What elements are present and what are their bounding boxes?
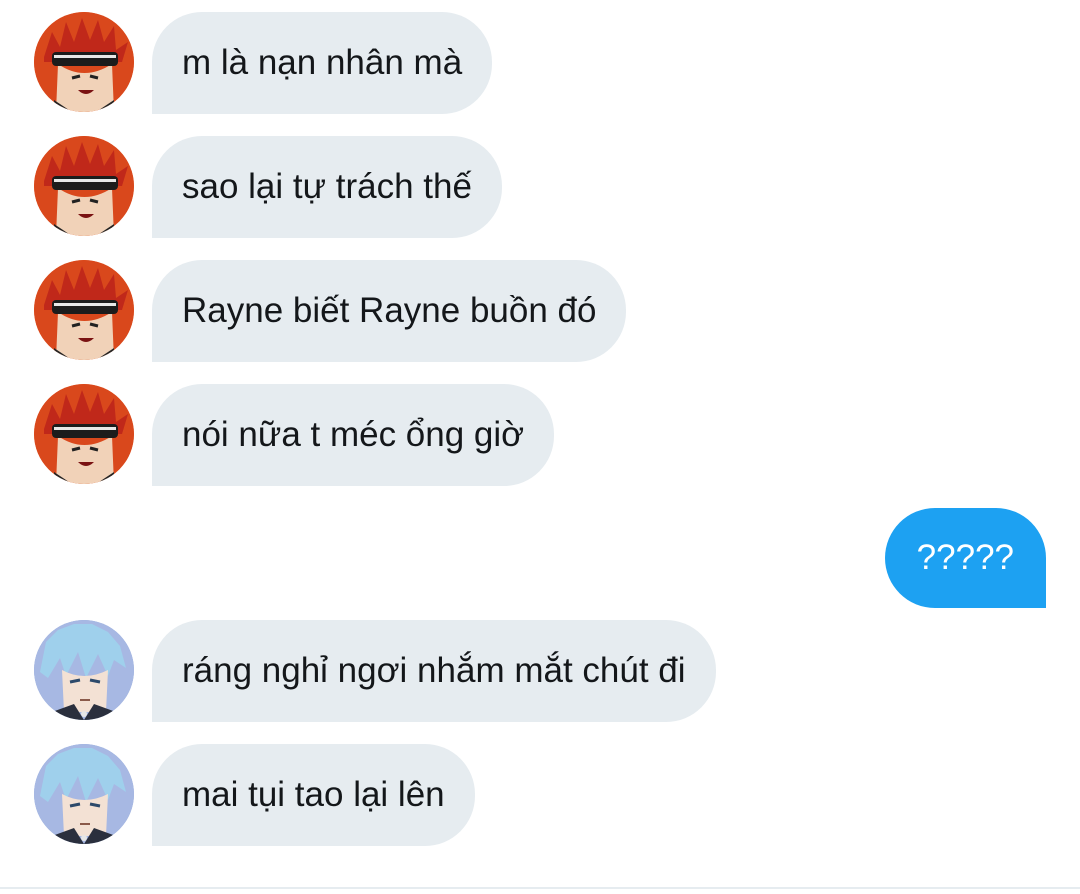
incoming-message-bubble[interactable]: ráng nghỉ ngơi nhắm mắt chút đi — [152, 620, 716, 722]
message-row: ????? — [0, 508, 1080, 610]
message-row: ráng nghỉ ngơi nhắm mắt chút đi — [0, 620, 1080, 722]
message-thread: m là nạn nhân mà sao lại tự trách thế Ra… — [0, 0, 1080, 894]
message-row: m là nạn nhân mà — [0, 12, 1080, 114]
message-row: sao lại tự trách thế — [0, 136, 1080, 238]
incoming-message-bubble[interactable]: m là nạn nhân mà — [152, 12, 493, 114]
divider — [0, 887, 1080, 889]
incoming-message-bubble[interactable]: Rayne biết Rayne buồn đó — [152, 260, 627, 362]
message-row: nói nữa t méc ổng giờ — [0, 384, 1080, 486]
red-hair-avatar-icon[interactable] — [34, 12, 134, 112]
red-hair-avatar-icon[interactable] — [34, 384, 134, 484]
red-hair-avatar-icon[interactable] — [34, 136, 134, 236]
blue-hair-avatar-icon[interactable] — [34, 744, 134, 844]
incoming-message-bubble[interactable]: nói nữa t méc ổng giờ — [152, 384, 555, 486]
red-hair-avatar-icon[interactable] — [34, 260, 134, 360]
blue-hair-avatar-icon[interactable] — [34, 620, 134, 720]
message-row: mai tụi tao lại lên — [0, 744, 1080, 846]
outgoing-message-bubble[interactable]: ????? — [884, 508, 1046, 608]
incoming-message-bubble[interactable]: sao lại tự trách thế — [152, 136, 502, 238]
incoming-message-bubble[interactable]: mai tụi tao lại lên — [152, 744, 475, 846]
message-row: Rayne biết Rayne buồn đó — [0, 260, 1080, 362]
